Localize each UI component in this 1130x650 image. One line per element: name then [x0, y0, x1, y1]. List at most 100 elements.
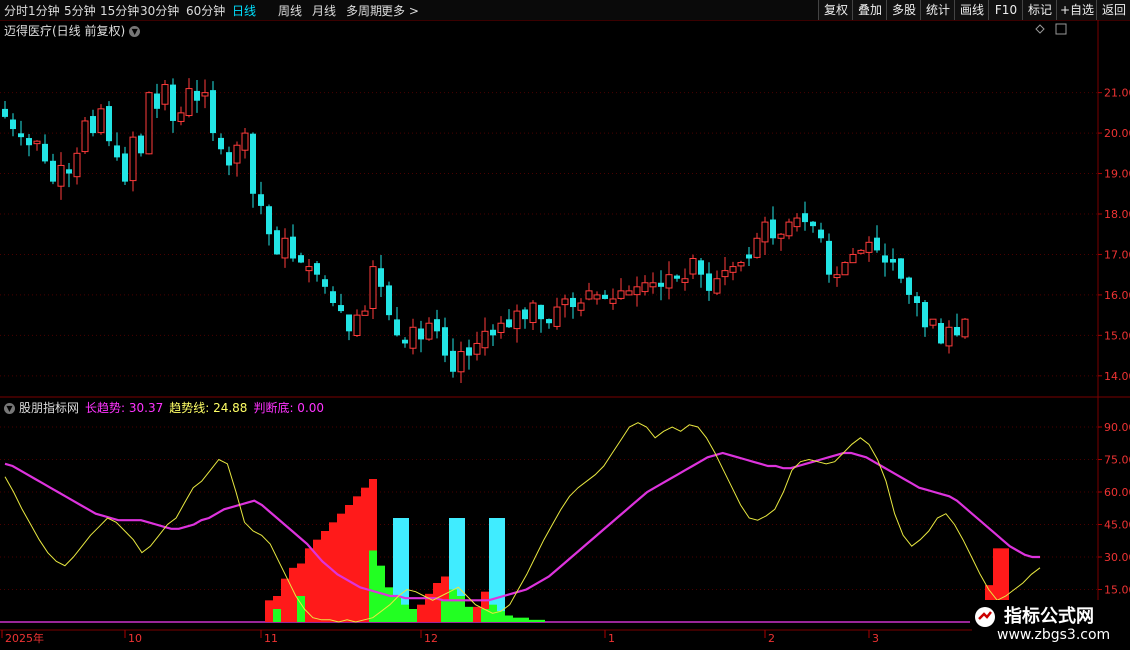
indicator-bar: [497, 518, 505, 622]
bar-series-green: [273, 550, 1017, 622]
main-y-tick-label: 16.00: [1104, 289, 1130, 302]
candle-body: [890, 259, 896, 263]
candle-body: [665, 274, 673, 289]
indicator-bar: [457, 596, 465, 622]
candle-body: [177, 112, 185, 122]
toolbar-button[interactable]: 多股: [886, 0, 921, 20]
candle-body: [138, 135, 144, 154]
candle-body: [729, 266, 737, 273]
x-axis-label: 10: [128, 632, 142, 645]
period-tab[interactable]: 日线: [232, 2, 256, 19]
indicator-bar: [305, 548, 313, 622]
period-tab[interactable]: 1分钟: [28, 2, 60, 19]
candle-body: [42, 143, 48, 162]
candle-body: [570, 297, 576, 308]
candle-body: [746, 254, 752, 259]
period-tab[interactable]: 更多 >: [381, 2, 419, 19]
candle-body: [585, 290, 593, 300]
stock-title-text: 迈得医疗(日线 前复权): [4, 24, 126, 38]
main-y-tick-label: 20.00: [1104, 127, 1130, 140]
toolbar-button[interactable]: +自选: [1056, 0, 1097, 20]
indicator-bar: [289, 567, 297, 622]
candle-body: [241, 132, 249, 151]
candle-body: [418, 328, 424, 340]
candle-body: [122, 153, 128, 182]
candle-body: [906, 277, 912, 295]
period-tab[interactable]: 分时: [4, 2, 28, 19]
indicator-bar: [361, 487, 369, 622]
indicator-bar: [369, 550, 377, 622]
ind-y-tick-label: 45.00: [1104, 519, 1130, 532]
toolbar-button[interactable]: 叠加: [852, 0, 887, 20]
x-axis-label: 2025年: [5, 631, 44, 645]
toolbar-button[interactable]: 画线: [954, 0, 989, 20]
indicator-bottom: 判断底: 0.00: [253, 401, 325, 415]
period-tab[interactable]: 30分钟: [140, 2, 179, 19]
candle-body: [849, 253, 857, 264]
candle-body: [274, 230, 280, 255]
period-tab[interactable]: 月线: [312, 2, 336, 19]
bar-series-cyan: [393, 518, 505, 622]
candle-body: [681, 278, 689, 283]
ind-y-tick-label: 15.00: [1104, 584, 1130, 597]
candle-body: [90, 116, 96, 134]
period-toolbar: 分时 1分钟 5分钟 15分钟 30分钟 60分钟 日线 周线 月线 多周期 更多 > 复权 叠加 多股统…: [0, 0, 1130, 21]
period-tab[interactable]: 60分钟: [186, 2, 225, 19]
toolbar-button[interactable]: 复权: [818, 0, 853, 20]
indicator-bar: [513, 617, 521, 622]
toolbar-button[interactable]: 返回: [1096, 0, 1130, 20]
diamond-icon: [1035, 24, 1045, 34]
period-tab[interactable]: 周线: [278, 2, 302, 19]
candle-body: [386, 285, 392, 316]
candle-body: [73, 152, 81, 178]
candle-body: [473, 342, 481, 355]
candle-body: [258, 194, 264, 206]
candle-body: [154, 93, 160, 109]
period-tab[interactable]: 5分钟: [64, 2, 96, 19]
indicator-bar: [393, 596, 401, 622]
candle-body: [698, 260, 704, 275]
indicator-line-0: [4, 451, 1040, 602]
period-tab[interactable]: 多周期: [346, 2, 382, 19]
candle-body: [826, 240, 832, 275]
indicator-bar: [281, 578, 289, 622]
candle-body: [497, 322, 505, 334]
main-y-tick-label: 15.00: [1104, 329, 1130, 342]
chevron-down-icon[interactable]: ▼: [129, 26, 141, 37]
indicator-title-bar: ▼ 股朋指标网 长趋势: 30.37 趋势线: 24.88 判断底: 0.00: [4, 399, 330, 416]
candle-body: [602, 294, 608, 299]
candle-body: [674, 275, 680, 279]
candle-body: [50, 160, 56, 182]
toolbar-button[interactable]: F10: [988, 0, 1023, 20]
candle-body: [185, 88, 193, 117]
candle-body: [713, 278, 721, 294]
main-y-tick-label: 19.00: [1104, 168, 1130, 181]
indicator-bar: [297, 563, 305, 622]
candle-body: [546, 319, 552, 324]
x-axis-label: 12: [424, 632, 438, 645]
candle-body: [2, 108, 8, 117]
bar-series-red: [265, 479, 1009, 622]
toolbar-button[interactable]: 标记: [1022, 0, 1057, 20]
indicator-bar: [377, 565, 385, 622]
candle-body: [10, 119, 16, 130]
stock-title: 迈得医疗(日线 前复权) ▼: [4, 22, 141, 39]
chevron-down-icon[interactable]: ▼: [4, 403, 15, 414]
indicator-bar: [481, 591, 489, 622]
candle-body: [649, 282, 657, 288]
candle-body: [689, 258, 697, 275]
candle-body: [818, 229, 824, 239]
candle-body: [961, 318, 969, 338]
indicator-bar: [401, 604, 409, 622]
indicator-bar: [417, 604, 425, 622]
candle-body: [481, 330, 489, 349]
period-tab[interactable]: 15分钟: [100, 2, 139, 19]
candle-body: [129, 136, 137, 182]
candle-body: [802, 213, 808, 223]
x-axis-label: 1: [608, 632, 615, 645]
candle-body: [785, 221, 793, 237]
candle-body: [66, 169, 72, 174]
candle-body: [26, 138, 32, 146]
toolbar-button[interactable]: 统计: [920, 0, 955, 20]
candle-body: [898, 258, 904, 279]
